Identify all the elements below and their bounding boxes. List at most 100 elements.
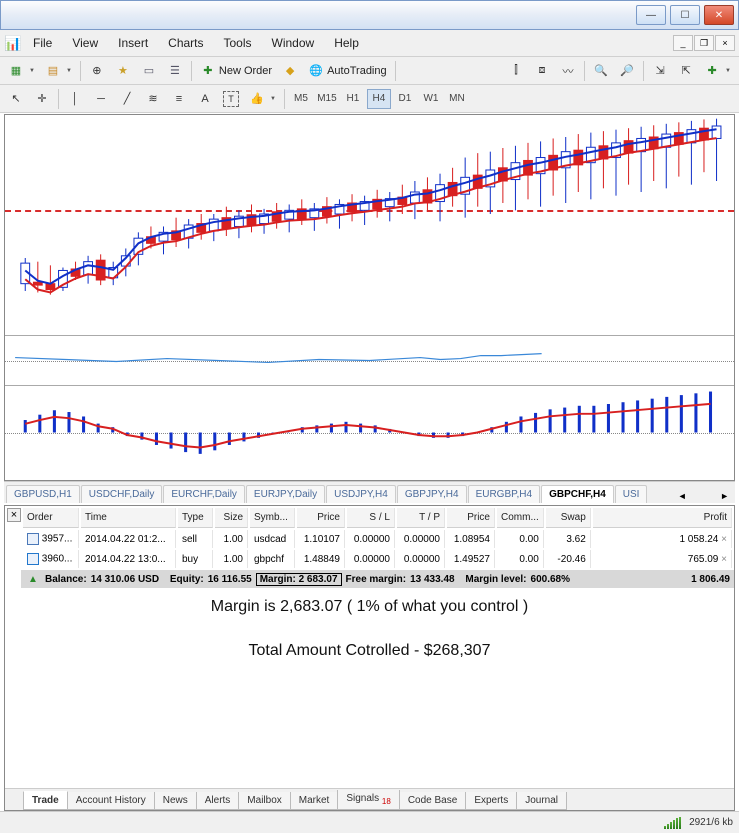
menu-tools[interactable]: Tools [215, 32, 261, 54]
chart-tab[interactable]: EURJPY,Daily [246, 485, 325, 503]
terminal-tab-codebase[interactable]: Code Base [399, 792, 466, 810]
mdi-restore[interactable]: ❐ [694, 35, 714, 51]
menu-window[interactable]: Window [263, 32, 324, 54]
margin-highlight: Margin: 2 683.07 [256, 573, 342, 586]
minimize-button[interactable]: — [636, 5, 666, 25]
strategy-tester-button[interactable]: ☰ [163, 60, 187, 82]
terminal-tab-signals[interactable]: Signals 18 [337, 790, 400, 810]
col-symbol[interactable]: Symb... [250, 508, 295, 528]
autotrading-button[interactable]: 🌐AutoTrading [304, 60, 391, 82]
menu-view[interactable]: View [63, 32, 107, 54]
candle-chart-button[interactable]: ⧈ [530, 60, 554, 82]
terminal-tab-mailbox[interactable]: Mailbox [238, 792, 290, 810]
metaquotes-button[interactable]: ◆ [278, 60, 302, 82]
zoom-out-button[interactable]: 🔎 [615, 60, 639, 82]
menu-help[interactable]: Help [325, 32, 368, 54]
star-icon: ★ [115, 63, 131, 79]
trades-table: Order Time Type Size Symb... Price S / L… [21, 506, 734, 570]
terminal-tab-journal[interactable]: Journal [516, 792, 567, 810]
menu-insert[interactable]: Insert [109, 32, 157, 54]
crosshair-button[interactable]: ✛ [30, 88, 54, 110]
chart-tab[interactable]: GBPUSD,H1 [6, 485, 80, 503]
trendline-button[interactable]: ╱ [115, 88, 139, 110]
free-margin-value: 13 433.48 [410, 574, 455, 585]
trend-icon: ╱ [119, 91, 135, 107]
chart-tab-bar: GBPUSD,H1 USDCHF,Daily EURCHF,Daily EURJ… [4, 481, 735, 503]
chart-indicator-2[interactable] [5, 385, 734, 480]
shift-chart-button[interactable]: ⇱ [674, 60, 698, 82]
chart-tab[interactable]: USDJPY,H4 [326, 485, 396, 503]
col-profit[interactable]: Profit [593, 508, 732, 528]
chart-tab[interactable]: USI [615, 485, 648, 503]
chart-tab[interactable]: EURCHF,Daily [163, 485, 245, 503]
zoom-in-button[interactable]: 🔍 [589, 60, 613, 82]
indicators-button[interactable]: ✚ [700, 60, 735, 82]
line-chart-button[interactable]: 〰 [556, 60, 580, 82]
col-price2[interactable]: Price [447, 508, 495, 528]
menu-file[interactable]: File [24, 32, 61, 54]
cursor-button[interactable]: ↖ [4, 88, 28, 110]
fib-button[interactable]: ≡ [167, 88, 191, 110]
vline-button[interactable]: │ [63, 88, 87, 110]
target-icon: ⊕ [89, 63, 105, 79]
col-size[interactable]: Size [215, 508, 248, 528]
mdi-min[interactable]: _ [673, 35, 693, 51]
chart-indicator-1[interactable] [5, 335, 734, 385]
scroll-end-button[interactable]: ⇲ [648, 60, 672, 82]
terminal-tab-news[interactable]: News [154, 792, 197, 810]
profiles-button[interactable]: ▤ [41, 60, 76, 82]
col-swap[interactable]: Swap [546, 508, 591, 528]
col-tp[interactable]: T / P [397, 508, 445, 528]
chart-tab[interactable]: EURGBP,H4 [468, 485, 541, 503]
arrows-button[interactable]: 👍 [245, 88, 280, 110]
terminal-tab-trade[interactable]: Trade [23, 791, 68, 810]
col-time[interactable]: Time [81, 508, 176, 528]
hline-icon: ─ [93, 91, 109, 107]
mdi-close[interactable]: × [715, 35, 735, 51]
tf-w1[interactable]: W1 [419, 89, 443, 109]
col-order[interactable]: Order [23, 508, 79, 528]
tabs-scroll-right[interactable]: ► [716, 489, 733, 503]
terminal-tab-history[interactable]: Account History [67, 792, 155, 810]
close-button[interactable]: ✕ [704, 5, 734, 25]
tabs-scroll-left[interactable]: ◄ [674, 489, 691, 503]
new-chart-button[interactable]: ▦ [4, 60, 39, 82]
menubar: 📊 File View Insert Charts Tools Window H… [0, 30, 739, 57]
tf-m5[interactable]: M5 [289, 89, 313, 109]
col-type[interactable]: Type [178, 508, 213, 528]
autotrading-icon: 🌐 [308, 63, 324, 79]
menu-charts[interactable]: Charts [159, 32, 212, 54]
chart-main-pane[interactable] [5, 115, 734, 335]
terminal-tab-alerts[interactable]: Alerts [196, 792, 240, 810]
tf-h4[interactable]: H4 [367, 89, 391, 109]
col-comm[interactable]: Comm... [497, 508, 544, 528]
label-button[interactable]: T [219, 88, 243, 110]
terminal-tab-market[interactable]: Market [290, 792, 339, 810]
channel-button[interactable]: ≋ [141, 88, 165, 110]
tf-d1[interactable]: D1 [393, 89, 417, 109]
hline-button[interactable]: ─ [89, 88, 113, 110]
new-order-button[interactable]: ✚New Order [196, 60, 276, 82]
tf-h1[interactable]: H1 [341, 89, 365, 109]
col-sl[interactable]: S / L [347, 508, 395, 528]
maximize-button[interactable]: ☐ [670, 5, 700, 25]
balance-value: 14 310.06 USD [91, 574, 159, 585]
chart-window[interactable] [4, 114, 735, 481]
table-row[interactable]: 3957... 2014.04.22 01:2...sell1.00usdcad… [23, 530, 732, 548]
summary-row: ▲ Balance: 14 310.06 USD Equity: 16 116.… [21, 570, 734, 588]
chart-tab[interactable]: GBPCHF,H4 [541, 485, 614, 503]
text-button[interactable]: A [193, 88, 217, 110]
market-watch-button[interactable]: ⊕ [85, 60, 109, 82]
chart-tab[interactable]: USDCHF,Daily [81, 485, 163, 503]
terminal-panel: × Terminal Order Time Type Size Symb... … [4, 505, 735, 811]
chart-tab[interactable]: GBPJPY,H4 [397, 485, 467, 503]
navigator-button[interactable]: ★ [111, 60, 135, 82]
terminal-tab-experts[interactable]: Experts [465, 792, 517, 810]
table-row[interactable]: 3960... 2014.04.22 13:0...buy1.00gbpchf … [23, 550, 732, 568]
terminal-close[interactable]: × [7, 508, 21, 522]
tf-m15[interactable]: M15 [315, 89, 339, 109]
col-price[interactable]: Price [297, 508, 345, 528]
terminal-button[interactable]: ▭ [137, 60, 161, 82]
bar-chart-button[interactable]: ⫿ [504, 60, 528, 82]
tf-mn[interactable]: MN [445, 89, 469, 109]
